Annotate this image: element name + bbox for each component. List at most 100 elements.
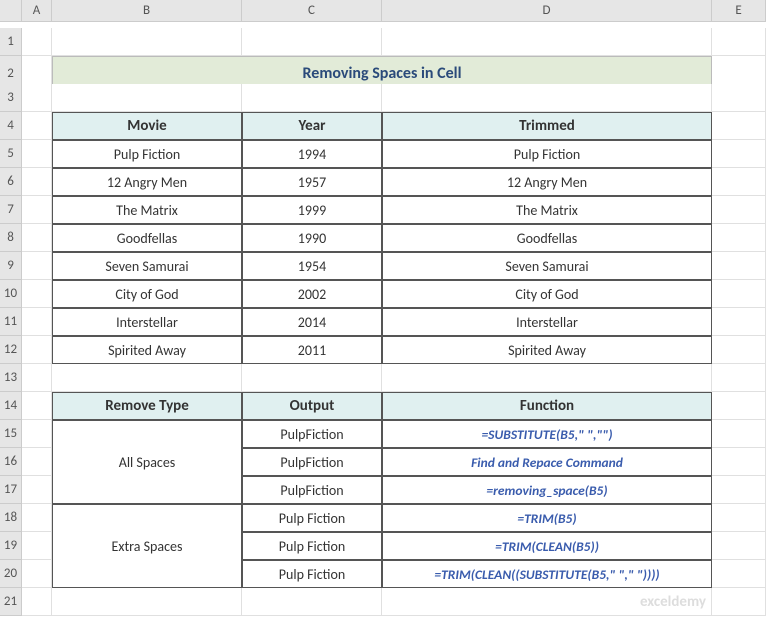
cell-C3[interactable] xyxy=(242,84,382,112)
col-E[interactable]: E xyxy=(712,0,766,22)
cell-A18[interactable] xyxy=(22,504,52,532)
cell-C20[interactable]: Pulp Fiction xyxy=(242,560,382,588)
cell-E5[interactable] xyxy=(712,140,766,168)
cell-D15[interactable]: =SUBSTITUTE(B5," ","") xyxy=(382,420,712,448)
cell-C9[interactable]: 1954 xyxy=(242,252,382,280)
row-1[interactable]: 1 xyxy=(0,28,22,56)
cell-C16[interactable]: PulpFiction xyxy=(242,448,382,476)
cell-B8[interactable]: Goodfellas xyxy=(52,224,242,252)
cell-D18[interactable]: =TRIM(B5) xyxy=(382,504,712,532)
row-11[interactable]: 11 xyxy=(0,308,22,336)
cell-E15[interactable] xyxy=(712,420,766,448)
row-5[interactable]: 5 xyxy=(0,140,22,168)
cell-E6[interactable] xyxy=(712,168,766,196)
cell-E19[interactable] xyxy=(712,532,766,560)
cell-E14[interactable] xyxy=(712,392,766,420)
hdr-output[interactable]: Output xyxy=(242,392,382,420)
cell-E13[interactable] xyxy=(712,364,766,392)
cell-D6[interactable]: 12 Angry Men xyxy=(382,168,712,196)
cell-B13[interactable] xyxy=(52,364,242,392)
cell-B11[interactable]: Interstellar xyxy=(52,308,242,336)
cell-C6[interactable]: 1957 xyxy=(242,168,382,196)
cell-A20[interactable] xyxy=(22,560,52,588)
cell-E1[interactable] xyxy=(712,28,766,56)
col-C[interactable]: C xyxy=(242,0,382,22)
hdr-remove-type[interactable]: Remove Type xyxy=(52,392,242,420)
cell-D20[interactable]: =TRIM(CLEAN((SUBSTITUTE(B5," "," ")))) xyxy=(382,560,712,588)
cell-B10[interactable]: City of God xyxy=(52,280,242,308)
cell-E10[interactable] xyxy=(712,280,766,308)
cell-C7[interactable]: 1999 xyxy=(242,196,382,224)
cell-D1[interactable] xyxy=(382,28,712,56)
cell-B3[interactable] xyxy=(52,84,242,112)
row-3[interactable]: 3 xyxy=(0,84,22,112)
cell-A17[interactable] xyxy=(22,476,52,504)
hdr-function[interactable]: Function xyxy=(382,392,712,420)
hdr-movie[interactable]: Movie xyxy=(52,112,242,140)
cell-B5[interactable]: Pulp Fiction xyxy=(52,140,242,168)
cell-B7[interactable]: The Matrix xyxy=(52,196,242,224)
row-21[interactable]: 21 xyxy=(0,588,22,616)
cell-C13[interactable] xyxy=(242,364,382,392)
row-16[interactable]: 16 xyxy=(0,448,22,476)
cell-B9[interactable]: Seven Samurai xyxy=(52,252,242,280)
hdr-year[interactable]: Year xyxy=(242,112,382,140)
row-19[interactable]: 19 xyxy=(0,532,22,560)
cell-E4[interactable] xyxy=(712,112,766,140)
cell-B18[interactable]: Extra Spaces xyxy=(52,504,242,588)
cell-E7[interactable] xyxy=(712,196,766,224)
row-4[interactable]: 4 xyxy=(0,112,22,140)
cell-A1[interactable] xyxy=(22,28,52,56)
cell-E3[interactable] xyxy=(712,84,766,112)
cell-D3[interactable] xyxy=(382,84,712,112)
cell-C11[interactable]: 2014 xyxy=(242,308,382,336)
cell-A11[interactable] xyxy=(22,308,52,336)
cell-A15[interactable] xyxy=(22,420,52,448)
row-14[interactable]: 14 xyxy=(0,392,22,420)
cell-D16[interactable]: Find and Repace Command xyxy=(382,448,712,476)
cell-A9[interactable] xyxy=(22,252,52,280)
cell-D7[interactable]: The Matrix xyxy=(382,196,712,224)
cell-A10[interactable] xyxy=(22,280,52,308)
cell-E18[interactable] xyxy=(712,504,766,532)
col-D[interactable]: D xyxy=(382,0,712,22)
cell-A19[interactable] xyxy=(22,532,52,560)
cell-C8[interactable]: 1990 xyxy=(242,224,382,252)
cell-C19[interactable]: Pulp Fiction xyxy=(242,532,382,560)
cell-B1[interactable] xyxy=(52,28,242,56)
cell-C15[interactable]: PulpFiction xyxy=(242,420,382,448)
row-10[interactable]: 10 xyxy=(0,280,22,308)
row-6[interactable]: 6 xyxy=(0,168,22,196)
col-B[interactable]: B xyxy=(52,0,242,22)
cell-E8[interactable] xyxy=(712,224,766,252)
row-18[interactable]: 18 xyxy=(0,504,22,532)
cell-A4[interactable] xyxy=(22,112,52,140)
cell-B6[interactable]: 12 Angry Men xyxy=(52,168,242,196)
cell-D17[interactable]: =removing_space(B5) xyxy=(382,476,712,504)
row-13[interactable]: 13 xyxy=(0,364,22,392)
cell-C17[interactable]: PulpFiction xyxy=(242,476,382,504)
row-15[interactable]: 15 xyxy=(0,420,22,448)
cell-B15[interactable]: All Spaces xyxy=(52,420,242,504)
cell-D9[interactable]: Seven Samurai xyxy=(382,252,712,280)
cell-A6[interactable] xyxy=(22,168,52,196)
cell-A8[interactable] xyxy=(22,224,52,252)
cell-C5[interactable]: 1994 xyxy=(242,140,382,168)
cell-C12[interactable]: 2011 xyxy=(242,336,382,364)
row-7[interactable]: 7 xyxy=(0,196,22,224)
cell-A5[interactable] xyxy=(22,140,52,168)
cell-A12[interactable] xyxy=(22,336,52,364)
hdr-trimmed[interactable]: Trimmed xyxy=(382,112,712,140)
row-12[interactable]: 12 xyxy=(0,336,22,364)
cell-D19[interactable]: =TRIM(CLEAN(B5)) xyxy=(382,532,712,560)
row-20[interactable]: 20 xyxy=(0,560,22,588)
cell-A21[interactable] xyxy=(22,588,52,616)
cell-E16[interactable] xyxy=(712,448,766,476)
cell-E20[interactable] xyxy=(712,560,766,588)
cell-B12[interactable]: Spirited Away xyxy=(52,336,242,364)
cell-C21[interactable] xyxy=(242,588,382,616)
cell-A16[interactable] xyxy=(22,448,52,476)
cell-D11[interactable]: Interstellar xyxy=(382,308,712,336)
cell-E9[interactable] xyxy=(712,252,766,280)
cell-D13[interactable] xyxy=(382,364,712,392)
